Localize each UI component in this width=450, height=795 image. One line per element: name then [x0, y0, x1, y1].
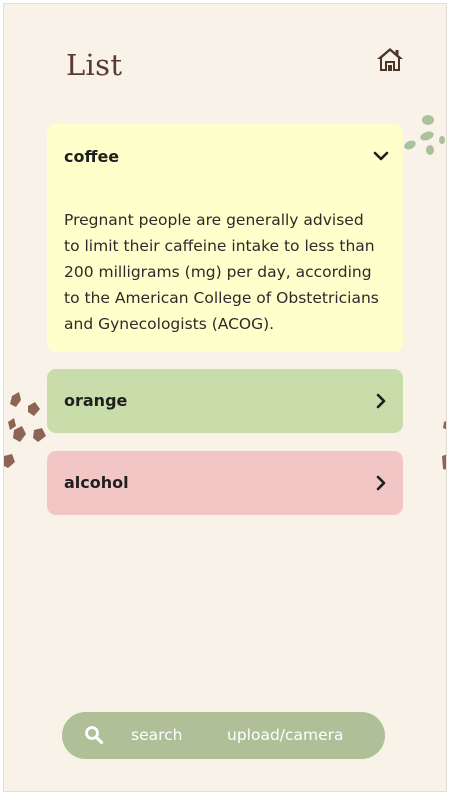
upload-camera-button[interactable]: upload/camera — [227, 726, 344, 744]
list-item-label: coffee — [64, 147, 120, 166]
home-icon[interactable] — [376, 46, 404, 72]
page-title: List — [66, 48, 123, 82]
app-screen: List coffee Pregnant people are generall… — [3, 3, 447, 792]
list-item-orange[interactable]: orange — [47, 369, 403, 433]
list-item-label: orange — [64, 391, 128, 410]
list-item-label: alcohol — [64, 473, 129, 492]
bottom-action-bar: search upload/camera — [62, 712, 385, 759]
list-item-alcohol[interactable]: alcohol — [47, 451, 403, 515]
chevron-right-icon[interactable] — [373, 475, 389, 491]
brown-spot-decoration-right — [442, 421, 446, 470]
green-leaf-decoration — [404, 115, 445, 155]
search-icon[interactable] — [84, 725, 104, 745]
chevron-right-icon[interactable] — [373, 393, 389, 409]
chevron-down-icon[interactable] — [373, 148, 389, 164]
list-item-description: Pregnant people are generally advised to… — [64, 211, 379, 333]
search-button[interactable]: search — [131, 726, 183, 744]
list-item-coffee[interactable]: coffee Pregnant people are generally adv… — [47, 124, 403, 352]
brown-spot-decoration — [4, 392, 46, 468]
